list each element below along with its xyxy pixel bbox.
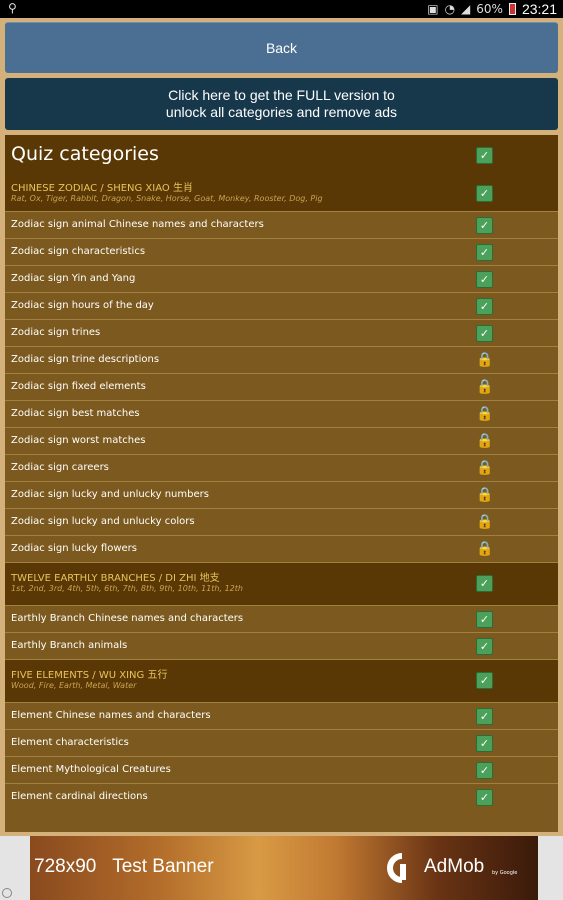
category-row[interactable]: Zodiac sign animal Chinese names and cha… (5, 211, 558, 238)
lock-icon[interactable]: 🔒 (476, 541, 493, 557)
section-title: CHINESE ZODIAC / SHENG XIAO 生肖 (11, 183, 193, 194)
section-subtitle: 1st, 2nd, 3rd, 4th, 5th, 6th, 7th, 8th, … (11, 584, 243, 593)
category-row[interactable]: Element Mythological Creatures ✓ (5, 756, 558, 783)
ad-size: 728x90 (34, 856, 97, 877)
category-label: Element Mythological Creatures (11, 764, 171, 775)
category-label: Zodiac sign lucky and unlucky colors (11, 516, 195, 527)
category-label: Zodiac sign lucky and unlucky numbers (11, 489, 209, 500)
full-version-line-1: Click here to get the FULL version to (168, 87, 395, 103)
categories-panel: Quiz categories ✓ CHINESE ZODIAC / SHENG… (5, 135, 558, 832)
category-checkbox[interactable]: ✓ (476, 271, 493, 288)
lock-icon[interactable]: 🔒 (476, 406, 493, 422)
section-checkbox[interactable]: ✓ (476, 575, 493, 592)
battery-percent: 60% (476, 2, 503, 16)
section-subtitle: Wood, Fire, Earth, Metal, Water (11, 681, 137, 690)
category-checkbox[interactable]: ✓ (476, 735, 493, 752)
category-row[interactable]: Zodiac sign lucky and unlucky numbers 🔒 (5, 481, 558, 508)
category-label: Zodiac sign lucky flowers (11, 543, 137, 554)
lock-icon[interactable]: 🔒 (476, 487, 493, 503)
category-label: Element Chinese names and characters (11, 710, 211, 721)
category-row[interactable]: Zodiac sign careers 🔒 (5, 454, 558, 481)
ad-brand: AdMob (424, 856, 485, 877)
category-row[interactable]: Zodiac sign best matches 🔒 (5, 400, 558, 427)
category-label: Zodiac sign animal Chinese names and cha… (11, 219, 264, 230)
section-checkbox[interactable]: ✓ (476, 672, 493, 689)
back-button[interactable]: Back (5, 22, 558, 73)
category-label: Element characteristics (11, 737, 129, 748)
ad-side-right (538, 836, 563, 900)
admob-logo-icon (387, 853, 406, 883)
category-label: Earthly Branch animals (11, 640, 128, 651)
category-row[interactable]: Zodiac sign trines ✓ (5, 319, 558, 346)
category-row[interactable]: Zodiac sign worst matches 🔒 (5, 427, 558, 454)
category-row[interactable]: Earthly Branch animals ✓ (5, 632, 558, 659)
full-version-line-2: unlock all categories and remove ads (165, 104, 398, 120)
wifi-icon: ◔ (444, 2, 456, 16)
category-label: Zodiac sign Yin and Yang (11, 273, 136, 284)
section-title: FIVE ELEMENTS / WU XING 五行 (11, 670, 168, 681)
lock-icon[interactable]: 🔒 (476, 379, 493, 395)
ad-side-left (0, 836, 30, 900)
category-row[interactable]: Element cardinal directions ✓ (5, 783, 558, 810)
category-row[interactable]: Element characteristics ✓ (5, 729, 558, 756)
section-header[interactable]: TWELVE EARTHLY BRANCHES / DI ZHI 地支 1st, … (5, 562, 558, 605)
category-row[interactable]: Zodiac sign lucky flowers 🔒 (5, 535, 558, 562)
category-checkbox[interactable]: ✓ (476, 325, 493, 342)
panel-title: Quiz categories (11, 143, 159, 165)
category-row[interactable]: Zodiac sign lucky and unlucky colors 🔒 (5, 508, 558, 535)
ad-label: Test Banner (112, 856, 214, 877)
category-checkbox[interactable]: ✓ (476, 638, 493, 655)
category-label: Zodiac sign worst matches (11, 435, 146, 446)
category-row[interactable]: Zodiac sign trine descriptions 🔒 (5, 346, 558, 373)
ad-banner[interactable]: 728x90 Test Banner AdMob by Google (0, 836, 563, 900)
lock-icon[interactable]: 🔒 (476, 433, 493, 449)
category-label: Earthly Branch Chinese names and charact… (11, 613, 244, 624)
category-row[interactable]: Zodiac sign fixed elements 🔒 (5, 373, 558, 400)
category-checkbox[interactable]: ✓ (476, 762, 493, 779)
ad-text: 728x90 Test Banner (34, 856, 214, 878)
category-label: Zodiac sign characteristics (11, 246, 146, 257)
panel-header: Quiz categories ✓ (5, 135, 558, 173)
section-subtitle: Rat, Ox, Tiger, Rabbit, Dragon, Snake, H… (11, 194, 323, 203)
signal-icon: ◢ (461, 2, 471, 16)
section-title: TWELVE EARTHLY BRANCHES / DI ZHI 地支 (11, 573, 220, 584)
category-label: Zodiac sign fixed elements (11, 381, 146, 392)
category-checkbox[interactable]: ✓ (476, 298, 493, 315)
category-row[interactable]: Zodiac sign hours of the day ✓ (5, 292, 558, 319)
battery-icon (508, 3, 516, 15)
section-checkbox[interactable]: ✓ (476, 185, 493, 202)
category-label: Element cardinal directions (11, 791, 148, 802)
category-label: Zodiac sign hours of the day (11, 300, 154, 311)
clock: 23:21 (521, 1, 557, 17)
category-row[interactable]: Earthly Branch Chinese names and charact… (5, 605, 558, 632)
category-label: Zodiac sign trines (11, 327, 101, 338)
section-header[interactable]: FIVE ELEMENTS / WU XING 五行 Wood, Fire, Ea… (5, 659, 558, 702)
category-checkbox[interactable]: ✓ (476, 217, 493, 234)
status-bar: ⚲ ▣ ◔ ◢ 60% 23:21 (0, 0, 563, 18)
category-row[interactable]: Zodiac sign Yin and Yang ✓ (5, 265, 558, 292)
category-checkbox[interactable]: ✓ (476, 611, 493, 628)
usb-icon: ⚲ (8, 1, 17, 15)
category-list: CHINESE ZODIAC / SHENG XIAO 生肖 Rat, Ox, T… (5, 173, 558, 810)
category-row[interactable]: Zodiac sign characteristics ✓ (5, 238, 558, 265)
category-label: Zodiac sign best matches (11, 408, 140, 419)
vibrate-icon: ▣ (427, 2, 439, 16)
select-all-checkbox[interactable]: ✓ (476, 147, 493, 164)
lock-icon[interactable]: 🔒 (476, 514, 493, 530)
ad-by-google: by Google (492, 870, 518, 876)
category-label: Zodiac sign trine descriptions (11, 354, 160, 365)
category-label: Zodiac sign careers (11, 462, 109, 473)
category-row[interactable]: Element Chinese names and characters ✓ (5, 702, 558, 729)
full-version-button[interactable]: Click here to get the FULL version to un… (5, 78, 558, 130)
category-checkbox[interactable]: ✓ (476, 244, 493, 261)
category-checkbox[interactable]: ✓ (476, 789, 493, 806)
category-checkbox[interactable]: ✓ (476, 708, 493, 725)
lock-icon[interactable]: 🔒 (476, 352, 493, 368)
ad-info-icon[interactable] (2, 888, 12, 898)
lock-icon[interactable]: 🔒 (476, 460, 493, 476)
section-header[interactable]: CHINESE ZODIAC / SHENG XIAO 生肖 Rat, Ox, T… (5, 173, 558, 211)
